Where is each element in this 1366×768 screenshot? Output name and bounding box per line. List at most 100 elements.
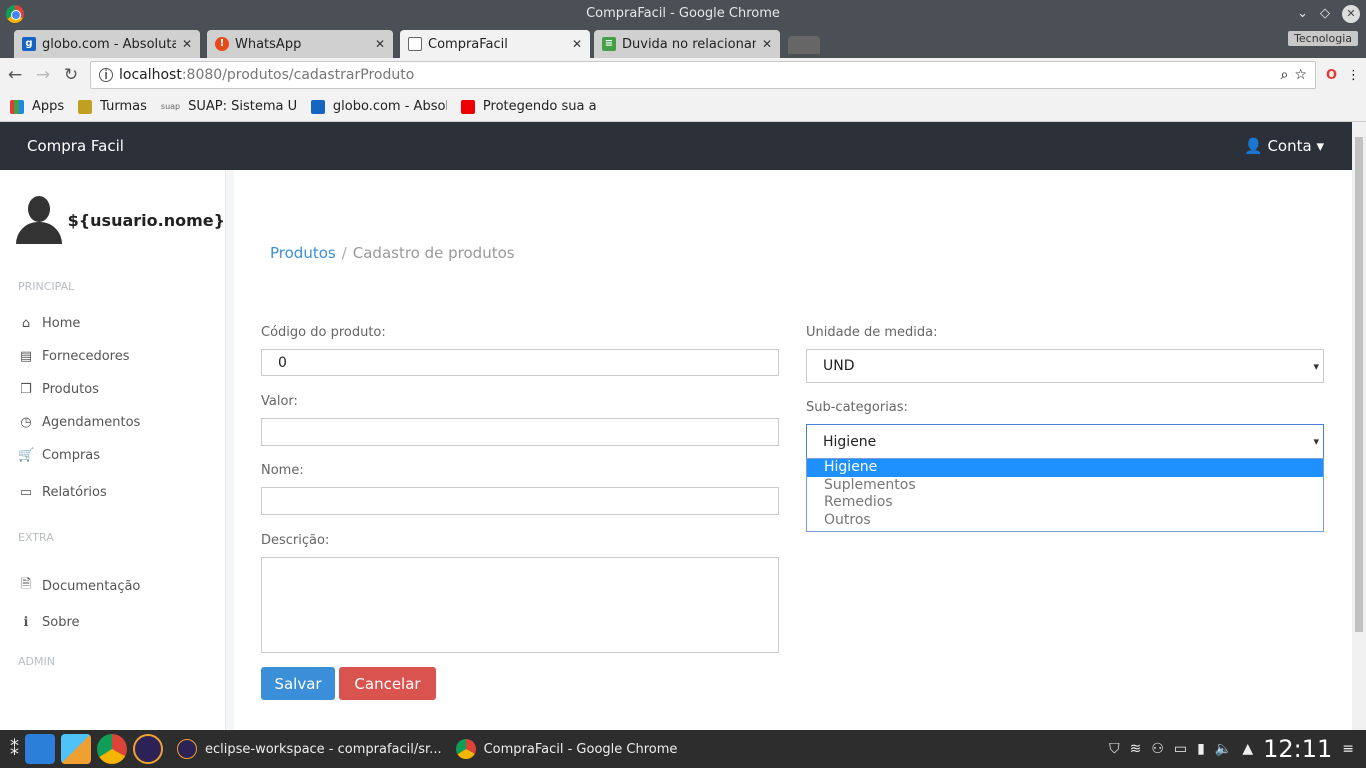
section-principal: PRINCIPAL <box>18 280 75 293</box>
file-manager-icon[interactable] <box>25 734 55 764</box>
reload-icon[interactable]: ↻ <box>62 65 80 85</box>
task-eclipse[interactable]: eclipse-workspace - comprafacil/sr... <box>177 739 442 759</box>
kate-icon[interactable] <box>61 734 91 764</box>
window-title: CompraFacil - Google Chrome <box>586 6 780 21</box>
maximize-icon[interactable]: ◇ <box>1320 0 1330 28</box>
section-admin: ADMIN <box>18 655 55 668</box>
globo-icon <box>310 99 325 114</box>
subcat-select[interactable]: Higiene <box>806 424 1324 459</box>
minimize-icon[interactable]: ⌄ <box>1297 0 1308 28</box>
user-icon: 👤 <box>1243 137 1263 155</box>
breadcrumb-produtos[interactable]: Produtos <box>270 244 336 262</box>
forward-icon[interactable]: → <box>34 65 52 85</box>
option-remedios[interactable]: Remedios <box>807 494 1323 512</box>
id-card-icon: ▤ <box>19 349 33 364</box>
breadcrumb: Produtos / Cadastro de produtos <box>270 244 515 262</box>
chrome-logo-icon <box>6 5 24 23</box>
cubes-icon: ❒ <box>20 382 32 397</box>
display-icon[interactable]: ▭ <box>1174 741 1187 757</box>
back-icon[interactable]: ← <box>6 65 24 85</box>
menu-icon[interactable]: ⋮ <box>1347 68 1360 83</box>
close-tab-icon[interactable]: ✕ <box>762 37 772 51</box>
username: ${usuario.nome} <box>67 210 225 230</box>
bookmark-turmas[interactable]: Turmas <box>78 99 147 114</box>
browser-toolbar: ← → ↻ i localhost:8080/produtos/cadastra… <box>0 58 1366 92</box>
report-icon: ▭ <box>19 485 33 500</box>
classroom-icon <box>78 99 93 114</box>
wifi-icon[interactable]: ≋ <box>1130 741 1142 757</box>
bookmark-apps[interactable]: Apps <box>10 99 64 114</box>
chrome-icon[interactable] <box>97 734 127 764</box>
tab-whatsapp[interactable]: ! WhatsApp ✕ <box>207 30 393 58</box>
descricao-textarea[interactable] <box>261 557 779 653</box>
clock[interactable]: 12:11 <box>1263 735 1332 763</box>
valor-input[interactable] <box>261 418 779 446</box>
opera-extension-icon[interactable]: O <box>1326 68 1337 83</box>
subcat-dropdown-list: Higiene Suplementos Remedios Outros <box>806 458 1324 532</box>
close-tab-icon[interactable]: ✕ <box>182 37 192 51</box>
codigo-input[interactable]: 0 <box>261 349 779 376</box>
option-suplementos[interactable]: Suplementos <box>807 477 1323 495</box>
option-higiene[interactable]: Higiene <box>807 459 1323 477</box>
shield-icon[interactable]: ⛉ <box>1109 741 1120 757</box>
stackoverflow-favicon-icon: ≡ <box>602 37 616 51</box>
tab-duvida[interactable]: ≡Duvida no relacionamento✕ <box>594 30 780 58</box>
network-icon[interactable]: ⚇ <box>1151 741 1164 757</box>
page-scrollbar[interactable] <box>1352 122 1366 730</box>
new-tab-button[interactable] <box>788 36 820 54</box>
bookmark-youtube[interactable]: Protegendo sua ap <box>460 99 597 114</box>
bookmark-globo[interactable]: globo.com - Absolutamente <box>310 99 447 114</box>
tray-expand-icon[interactable]: ▲ <box>1242 741 1253 757</box>
globo-favicon-icon: g <box>22 37 36 51</box>
volume-icon[interactable]: 🔈 <box>1215 741 1232 757</box>
taskbar: ⁑ eclipse-workspace - comprafacil/sr... … <box>0 730 1366 768</box>
tab-comprafacil[interactable]: CompraFacil ✕ <box>400 30 590 58</box>
window-titlebar: CompraFacil - Google Chrome ⌄ ◇ ✕ <box>0 0 1366 28</box>
option-outros[interactable]: Outros <box>807 512 1323 530</box>
info-icon: ℹ <box>23 615 29 630</box>
bookmark-star-icon[interactable]: ☆ <box>1294 67 1307 83</box>
subcat-label: Sub-categorias: <box>806 400 908 415</box>
system-tray: ⛉ ≋ ⚇ ▭ ▮ 🔈 ▲ 12:11 ≡ <box>1109 735 1366 763</box>
sidebar-item-agendamentos[interactable]: ◷ Agendamentos <box>0 406 225 439</box>
section-extra: EXTRA <box>18 531 54 544</box>
eclipse-icon[interactable] <box>133 734 163 764</box>
address-bar[interactable]: i localhost:8080/produtos/cadastrarProdu… <box>90 61 1316 89</box>
profile-button[interactable]: Tecnologia <box>1288 31 1358 46</box>
chrome-icon <box>455 739 476 759</box>
sidebar-item-fornecedores[interactable]: ▤ Fornecedores <box>0 340 225 373</box>
tab-strip: gglobo.com - Absolutamente tudo✕ !WhatsA… <box>0 28 1366 58</box>
sidebar-item-compras[interactable]: 🛒 Compras <box>0 439 225 472</box>
sidebar-item-produtos[interactable]: ❒ Produtos <box>0 373 225 406</box>
bookmark-suap[interactable]: suapSUAP: Sistema Unificado <box>161 99 297 114</box>
main-content: Produtos / Cadastro de produtos Código do … <box>234 170 1352 730</box>
brand-link[interactable]: Compra Facil <box>27 137 124 155</box>
pdf-icon: 🗎 <box>20 577 32 592</box>
app-launcher-icon[interactable]: ⁑ <box>10 739 19 760</box>
close-window-icon[interactable]: ✕ <box>1342 5 1360 23</box>
info-icon[interactable]: i <box>99 68 113 82</box>
zoom-icon[interactable]: ⌕ <box>1281 67 1289 83</box>
cancelar-button[interactable]: Cancelar <box>339 667 436 700</box>
task-chrome[interactable]: CompraFacil - Google Chrome <box>455 739 677 759</box>
sidebar-item-documentacao[interactable]: 🗎 Documentação <box>0 566 225 606</box>
close-tab-icon[interactable]: ✕ <box>572 37 582 51</box>
sidebar-item-home[interactable]: ⌂ Home <box>0 307 225 340</box>
home-icon: ⌂ <box>21 316 31 331</box>
nome-label: Nome: <box>261 463 304 478</box>
nome-input[interactable] <box>261 487 779 515</box>
sidebar-item-relatorios[interactable]: ▭ Relatórios <box>0 472 225 509</box>
avatar <box>16 196 62 244</box>
account-dropdown[interactable]: 👤 Conta ▾ <box>1244 137 1324 155</box>
page-viewport: Compra Facil 👤 Conta ▾ ${usuario.nome} P… <box>0 122 1352 730</box>
sidebar-item-sobre[interactable]: ℹ Sobre <box>0 606 225 639</box>
whatsapp-favicon-icon: ! <box>215 37 229 51</box>
close-tab-icon[interactable]: ✕ <box>375 37 385 51</box>
salvar-button[interactable]: Salvar <box>261 667 335 700</box>
valor-label: Valor: <box>261 394 298 409</box>
battery-icon[interactable]: ▮ <box>1197 741 1205 757</box>
eclipse-icon <box>177 739 197 759</box>
menu-icon[interactable]: ≡ <box>1342 741 1354 757</box>
unidade-select[interactable]: UND <box>806 349 1324 383</box>
tab-globo[interactable]: gglobo.com - Absolutamente tudo✕ <box>14 30 200 58</box>
